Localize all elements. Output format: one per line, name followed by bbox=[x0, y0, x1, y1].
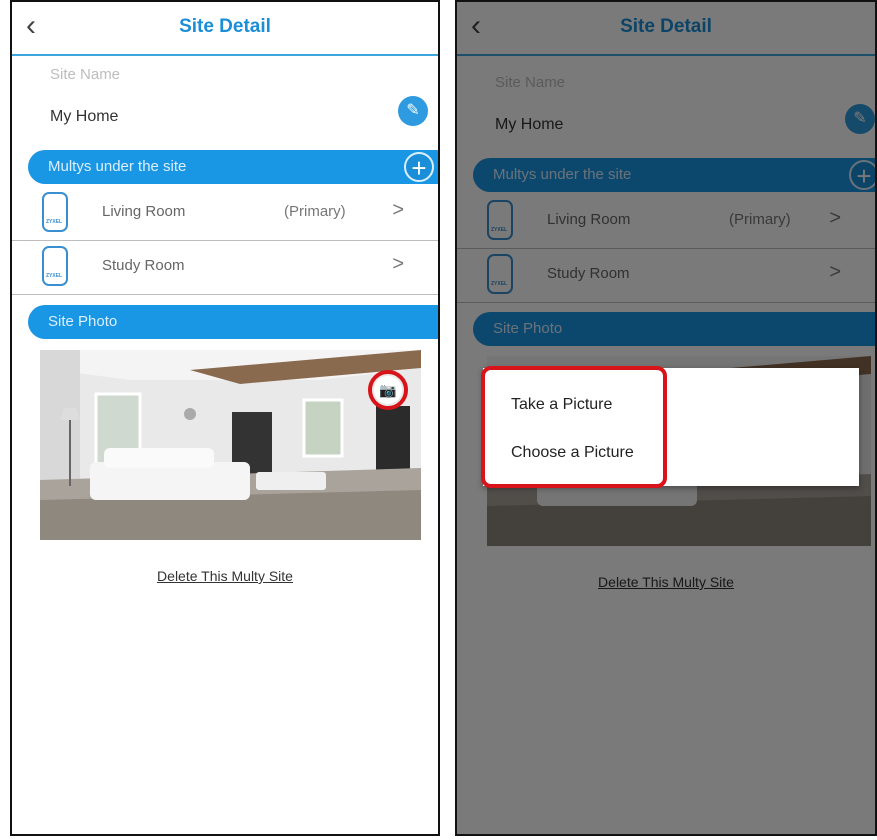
edit-icon: ✎ bbox=[406, 102, 420, 119]
multy-room-name: Study Room bbox=[102, 257, 185, 274]
page-title: Site Detail bbox=[179, 16, 271, 37]
multy-role-label: (Primary) bbox=[284, 203, 346, 220]
living-room-photo-image bbox=[40, 350, 421, 540]
multy-device-icon: ZYXEL bbox=[42, 246, 68, 286]
header-bar: ‹ Site Detail bbox=[12, 2, 438, 56]
delete-site-link[interactable]: Delete This Multy Site bbox=[12, 568, 438, 584]
menu-highlight-box bbox=[481, 366, 667, 488]
camera-highlight-circle bbox=[368, 370, 408, 410]
chevron-right-icon: > bbox=[392, 199, 404, 221]
plus-icon: + bbox=[411, 153, 427, 183]
multy-list-item[interactable]: ZYXEL Living Room (Primary) > bbox=[12, 186, 438, 241]
multy-device-icon: ZYXEL bbox=[42, 192, 68, 232]
site-detail-screen-photo-menu: ‹ Site Detail Site Name My Home ✎ Multys… bbox=[455, 0, 877, 836]
edit-site-name-button[interactable]: ✎ bbox=[398, 96, 428, 126]
site-name-value: My Home bbox=[50, 108, 119, 125]
site-photo: 📷 bbox=[40, 350, 421, 540]
multy-list-item[interactable]: ZYXEL Study Room > bbox=[12, 240, 438, 295]
chevron-right-icon: > bbox=[392, 253, 404, 275]
site-name-label: Site Name bbox=[50, 66, 121, 83]
site-photo-section-header: Site Photo bbox=[28, 305, 438, 339]
add-multy-button[interactable]: + bbox=[404, 152, 434, 182]
multy-room-name: Living Room bbox=[102, 203, 186, 220]
multys-section-label: Multys under the site bbox=[48, 158, 187, 175]
multys-section-header: Multys under the site bbox=[28, 150, 438, 184]
site-detail-screen: ‹ Site Detail Site Name My Home ✎ Multys… bbox=[10, 0, 440, 836]
site-photo-label: Site Photo bbox=[48, 313, 118, 330]
